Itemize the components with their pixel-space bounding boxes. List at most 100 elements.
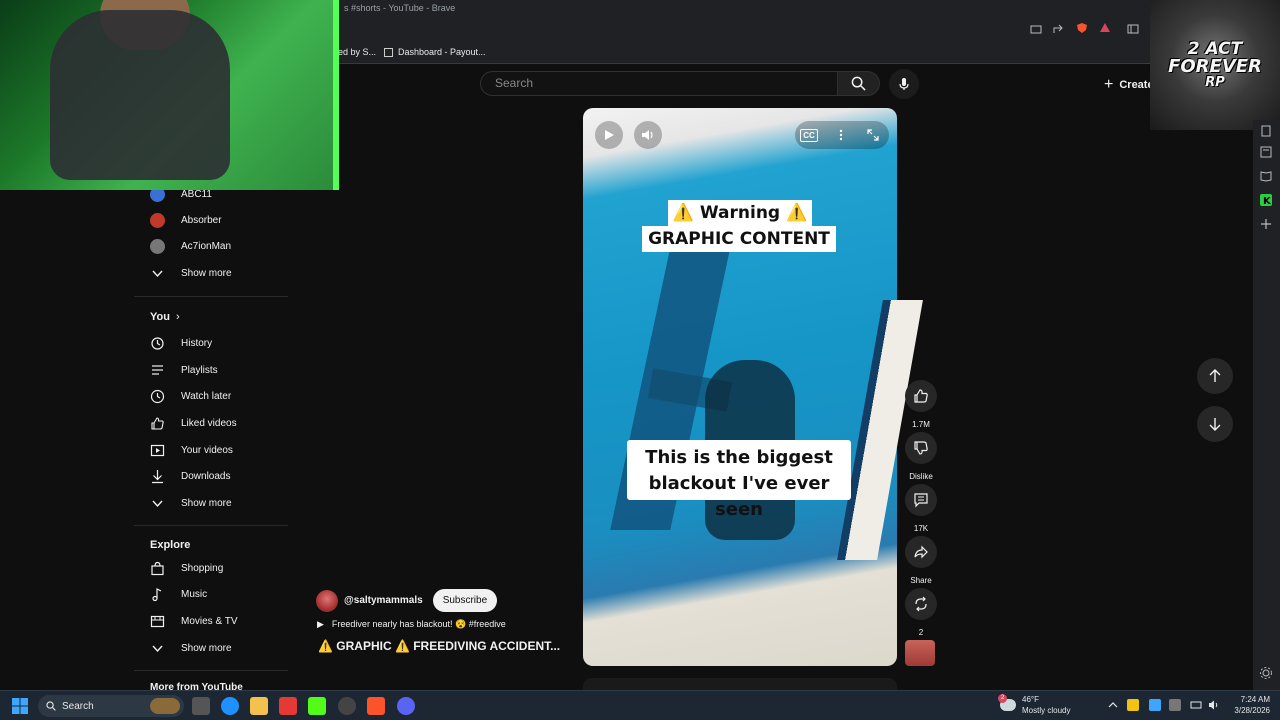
sidebar-item-absorber[interactable]: Absorber	[150, 210, 222, 230]
tray-app-icon[interactable]	[1169, 699, 1181, 711]
weather-badge: 2	[998, 694, 1007, 703]
book-icon[interactable]	[1259, 169, 1273, 183]
taskbar-search[interactable]: Search	[38, 695, 184, 717]
weather-widget[interactable]: 2 46°F Mostly cloudy	[998, 694, 1070, 716]
previous-short-button[interactable]	[1197, 358, 1233, 394]
share-button[interactable]	[905, 536, 937, 568]
sidebar-item-shopping[interactable]: Shopping	[150, 558, 223, 578]
share-action[interactable]: Share	[905, 536, 937, 585]
cast-icon[interactable]	[1030, 22, 1042, 34]
more-options-button[interactable]	[827, 121, 855, 149]
divider	[134, 670, 288, 671]
chevron-up-icon[interactable]	[1107, 699, 1119, 711]
bookmark-item[interactable]: ed by S...	[338, 47, 376, 57]
search-icon	[46, 701, 56, 711]
sidebar-item-label: Liked videos	[181, 417, 237, 429]
browser-side-panel: K	[1253, 120, 1280, 690]
volume-button[interactable]	[634, 121, 662, 149]
comment-icon	[914, 493, 928, 508]
network-icon[interactable]	[1190, 699, 1202, 711]
create-button[interactable]: + Create	[1104, 76, 1154, 94]
clock-date: 3/28/2026	[1234, 706, 1270, 715]
caption-line: This is the biggest	[645, 447, 833, 468]
discord-icon[interactable]	[397, 697, 415, 715]
voice-search-button[interactable]	[889, 69, 919, 99]
comments-button[interactable]	[905, 484, 937, 516]
dislike-action[interactable]: Dislike	[905, 432, 937, 481]
plus-icon: +	[1104, 76, 1114, 93]
remix-button[interactable]	[905, 588, 937, 620]
captions-button[interactable]: CC	[795, 121, 823, 149]
subscribe-button[interactable]: Subscribe	[432, 589, 498, 612]
settings-icon[interactable]	[1259, 666, 1273, 680]
tray-app-icon[interactable]	[1149, 699, 1161, 711]
video-description[interactable]: ▶ Freediver nearly has blackout! 😵 #free…	[317, 619, 506, 630]
search-button[interactable]	[838, 71, 880, 96]
windows-start-icon[interactable]	[12, 698, 28, 714]
playlists-icon	[150, 363, 165, 378]
sidebar-item-downloads[interactable]: Downloads	[150, 466, 230, 486]
dislike-button[interactable]	[905, 432, 937, 464]
obs-icon[interactable]	[338, 697, 356, 715]
brave-rewards-icon[interactable]	[1099, 21, 1111, 33]
next-short-button[interactable]	[1197, 406, 1233, 442]
show-more-subscriptions[interactable]: Show more	[150, 263, 232, 283]
kick-app-icon[interactable]	[308, 697, 326, 715]
thumbs-up-icon	[914, 389, 928, 403]
sidebar-item-label: Music	[181, 588, 208, 600]
play-button[interactable]	[595, 121, 623, 149]
chevron-down-icon	[150, 641, 165, 656]
sidebar-item-ac7ionman[interactable]: Ac7ionMan	[150, 236, 231, 256]
sidebar-item-label: History	[181, 337, 213, 349]
reading-list-icon[interactable]	[1259, 145, 1273, 159]
taskbar-clock[interactable]: 7:24 AM 3/28/2026	[1228, 694, 1270, 716]
kick-icon[interactable]: K	[1259, 193, 1273, 207]
video-title[interactable]: ⚠️ GRAPHIC ⚠️ FREEDIVING ACCIDENT...	[318, 639, 560, 653]
caption-line: blackout I've ever seen	[648, 473, 830, 520]
edge-browser-icon[interactable]	[221, 697, 239, 715]
brave-shields-icon[interactable]	[1076, 21, 1088, 33]
sidebar-item-music[interactable]: Music	[150, 584, 207, 604]
you-section-header[interactable]: You ›	[150, 311, 180, 323]
channel-handle[interactable]: @saltymammals	[344, 595, 423, 606]
search-highlight-image	[150, 698, 180, 714]
channel-avatar[interactable]	[316, 589, 338, 612]
show-more-label: Show more	[181, 497, 232, 509]
remix-count: 2	[918, 628, 924, 637]
sidebar-item-history[interactable]: History	[150, 333, 212, 353]
logo-text-2: FOREVER	[1168, 56, 1262, 77]
cc-icon: CC	[800, 128, 818, 142]
volume-icon[interactable]	[1208, 699, 1220, 711]
sidebar-item-playlists[interactable]: Playlists	[150, 360, 218, 380]
like-button[interactable]	[905, 380, 937, 412]
tray-app-icon[interactable]	[1127, 699, 1139, 711]
show-more-you[interactable]: Show more	[150, 493, 232, 513]
sidebar-item-watch-later[interactable]: Watch later	[150, 386, 231, 406]
sidebar-item-your-videos[interactable]: Your videos	[150, 440, 233, 460]
cloud-icon: 2	[998, 694, 1016, 711]
adobe-app-icon[interactable]	[279, 697, 297, 715]
thumbs-up-icon	[150, 416, 165, 431]
task-view-icon[interactable]	[192, 697, 210, 715]
brave-browser-icon[interactable]	[367, 697, 385, 715]
comments-action[interactable]: 17K	[905, 484, 937, 533]
remix-action[interactable]: 2	[905, 588, 937, 637]
bookmark-panel-icon[interactable]	[1259, 124, 1273, 138]
file-explorer-icon[interactable]	[250, 697, 268, 715]
like-action[interactable]: 1.7M	[905, 380, 937, 429]
search-input[interactable]: Search	[480, 71, 838, 96]
sidebar-toggle-icon[interactable]	[1127, 22, 1139, 34]
video-caption-graphic: GRAPHIC CONTENT	[642, 226, 836, 252]
sidebar: ABC11 Absorber Ac7ionMan Show more You ›…	[134, 186, 288, 693]
show-more-label: Show more	[181, 642, 232, 654]
sidebar-item-liked-videos[interactable]: Liked videos	[150, 413, 237, 433]
fullscreen-button[interactable]	[859, 121, 887, 149]
share-icon[interactable]	[1052, 22, 1064, 34]
sidebar-item-movies-tv[interactable]: Movies & TV	[150, 611, 238, 631]
divider	[134, 296, 288, 297]
add-panel-icon[interactable]	[1259, 217, 1273, 231]
bookmark-item-dashboard[interactable]: Dashboard - Payout...	[384, 47, 486, 57]
show-more-explore[interactable]: Show more	[150, 638, 232, 658]
channel-avatar-thumbnail[interactable]	[905, 640, 935, 666]
show-more-label: Show more	[181, 267, 232, 279]
